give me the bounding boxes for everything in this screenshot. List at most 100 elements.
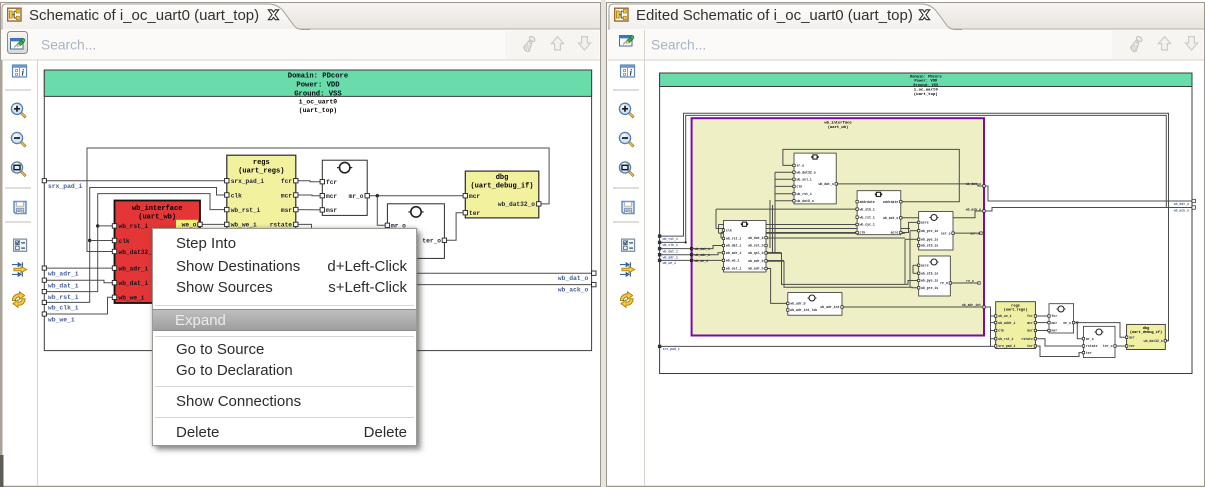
svg-text:mcr: mcr xyxy=(1052,321,1058,325)
svg-text:wb_adr_int: wb_adr_int xyxy=(820,305,839,309)
svg-text:regs: regs xyxy=(1011,303,1020,308)
svg-text:mcr: mcr xyxy=(1027,321,1033,325)
svg-text:wb_rst_i: wb_rst_i xyxy=(998,337,1013,341)
svg-text:wb_adr_i: wb_adr_i xyxy=(48,270,79,277)
svg-text:wb_we_i: wb_we_i xyxy=(695,259,708,263)
svg-text:fcr: fcr xyxy=(1027,314,1033,318)
svg-text:Ground: VSS: Ground: VSS xyxy=(913,83,939,88)
svg-text:re_o: re_o xyxy=(940,281,948,285)
svg-text:wb_adr_i: wb_adr_i xyxy=(663,256,678,260)
svg-text:i_oc_uart0: i_oc_uart0 xyxy=(299,99,338,106)
svg-text:re_o: re_o xyxy=(966,279,974,283)
svg-text:(uart_top): (uart_top) xyxy=(914,92,938,97)
svg-text:(uart_top): (uart_top) xyxy=(299,107,337,114)
svg-text:wb_rst_i: wb_rst_i xyxy=(663,237,678,241)
svg-text:wb_ack_o: wb_ack_o xyxy=(1174,209,1189,213)
svg-text:wb_dat_i: wb_dat_i xyxy=(119,280,149,287)
svg-text:wb_ack_o: wb_ack_o xyxy=(966,207,981,211)
svg-text:srx_pad_i: srx_pad_i xyxy=(231,178,265,185)
svg-text:wb_adr_b: wb_adr_b xyxy=(748,259,763,263)
svg-text:sr_o: sr_o xyxy=(797,164,805,168)
svg-text:wb_dat_o: wb_dat_o xyxy=(818,182,833,186)
svg-text:mcr: mcr xyxy=(1129,335,1135,339)
svg-text:wb_rst_i: wb_rst_i xyxy=(231,207,261,214)
svg-text:wb_we_i: wb_we_i xyxy=(119,295,145,302)
svg-text:Schematic of i_oc_uart0 (uart_: Schematic of i_oc_uart0 (uart_top) xyxy=(29,7,259,24)
svg-text:fcr: fcr xyxy=(1052,314,1058,318)
svg-text:wb_dat32_o: wb_dat32_o xyxy=(498,201,535,208)
svg-text:wb_dat8_o: wb_dat8_o xyxy=(797,199,814,203)
svg-text:msr: msr xyxy=(281,207,292,214)
svg-text:(uart_debug_if): (uart_debug_if) xyxy=(1130,330,1162,335)
svg-text:wb_adr_int_lsb: wb_adr_int_lsb xyxy=(790,308,817,312)
svg-text:wb_pye_is: wb_pye_is xyxy=(921,279,938,283)
svg-text:wb_stb_i: wb_stb_i xyxy=(860,207,875,211)
svg-text:msr: msr xyxy=(326,207,337,214)
svg-text:ser_o: ser_o xyxy=(941,231,951,235)
svg-text:wb_dat32_o: wb_dat32_o xyxy=(119,249,156,256)
svg-text:clk: clk xyxy=(797,185,803,189)
svg-text:wb_interface: wb_interface xyxy=(132,205,182,213)
svg-text:wb_dat_i: wb_dat_i xyxy=(663,249,678,253)
svg-text:(uart_wb): (uart_wb) xyxy=(138,213,176,221)
svg-text:wb_adr_b: wb_adr_b xyxy=(790,302,805,306)
svg-text:wb_addr_i: wb_addr_i xyxy=(998,321,1015,325)
svg-text:wb_ack_o: wb_ack_o xyxy=(558,287,589,294)
svg-text:Search...: Search... xyxy=(41,38,96,53)
svg-text:wb_clk_i: wb_clk_i xyxy=(663,243,678,247)
svg-text:wb_we_i: wb_we_i xyxy=(48,316,75,323)
svg-text:wb_dat32_o: wb_dat32_o xyxy=(1144,339,1163,343)
svg-text:Search...: Search... xyxy=(651,38,706,53)
svg-text:clk: clk xyxy=(231,192,242,199)
svg-text:clk: clk xyxy=(726,228,732,232)
svg-text:wb_rst_i: wb_rst_i xyxy=(797,192,812,196)
svg-text:wb_pye_is: wb_pye_is xyxy=(921,238,938,242)
svg-text:wb_qsl_b: wb_qsl_b xyxy=(748,251,763,255)
svg-text:msr: msr xyxy=(1027,329,1033,333)
svg-text:ter_o: ter_o xyxy=(422,238,441,245)
svg-text:wb_dat_o: wb_dat_o xyxy=(966,182,981,186)
svg-text:wb_dat_o: wb_dat_o xyxy=(1174,202,1189,206)
svg-text:ser_o: ser_o xyxy=(970,231,980,235)
svg-text:wb_rst_i: wb_rst_i xyxy=(48,294,79,301)
svg-text:wb_dat_b: wb_dat_b xyxy=(748,236,763,240)
svg-text:wb_sel_i: wb_sel_i xyxy=(726,267,741,271)
svg-text:(uart_wb): (uart_wb) xyxy=(828,125,849,130)
svg-text:wb_clk_i: wb_clk_i xyxy=(48,305,79,312)
svg-text:rstate: rstate xyxy=(1021,337,1033,341)
svg-text:wb_stb_is: wb_stb_is xyxy=(921,244,938,248)
svg-text:msr: msr xyxy=(1052,329,1058,333)
svg-text:i_oc_uart0: i_oc_uart0 xyxy=(914,88,939,93)
svg-text:wb_dat_i: wb_dat_i xyxy=(695,247,710,251)
svg-text:ter: ter xyxy=(1027,344,1033,348)
svg-text:mr_o: mr_o xyxy=(349,193,364,200)
svg-text:wb_we_i: wb_we_i xyxy=(663,261,676,265)
svg-text:(uart_regs): (uart_regs) xyxy=(238,167,284,175)
svg-text:clk: clk xyxy=(998,329,1004,333)
svg-text:wb_adr_int: wb_adr_int xyxy=(962,303,981,307)
svg-text:dbg: dbg xyxy=(1143,326,1149,331)
svg-text:wb_interface: wb_interface xyxy=(824,121,852,126)
svg-text:ter: ter xyxy=(469,210,480,217)
svg-text:acre: acre xyxy=(921,264,929,268)
svg-text:wb_dat_o: wb_dat_o xyxy=(558,275,589,282)
svg-text:wb_rst_i: wb_rst_i xyxy=(726,237,741,241)
svg-text:(uart_debug_if): (uart_debug_if) xyxy=(470,183,533,191)
svg-text:wb_stb_is: wb_stb_is xyxy=(921,272,938,276)
svg-text:clk: clk xyxy=(860,231,866,235)
svg-text:wb_cyc_i: wb_cyc_i xyxy=(860,223,875,227)
svg-text:ter: ter xyxy=(1086,351,1092,355)
svg-text:ter_o: ter_o xyxy=(1103,344,1113,348)
svg-text:srx_pad_i: srx_pad_i xyxy=(48,183,83,190)
svg-text:ter: ter xyxy=(1129,344,1135,348)
svg-text:regs: regs xyxy=(253,159,270,167)
svg-text:srx_pad_i: srx_pad_i xyxy=(663,347,680,351)
svg-text:rstate: rstate xyxy=(1086,344,1098,348)
svg-text:wb_dat_i: wb_dat_i xyxy=(48,283,79,290)
svg-text:acre: acre xyxy=(921,221,929,225)
svg-text:wb_we_i: wb_we_i xyxy=(998,314,1011,318)
svg-text:Edited Schematic of i_oc_uart0: Edited Schematic of i_oc_uart0 (uart_top… xyxy=(636,7,913,24)
svg-text:dbg: dbg xyxy=(496,174,509,182)
svg-text:Domain: PDcore: Domain: PDcore xyxy=(910,74,943,79)
svg-text:Domain: PDcore: Domain: PDcore xyxy=(288,73,348,81)
